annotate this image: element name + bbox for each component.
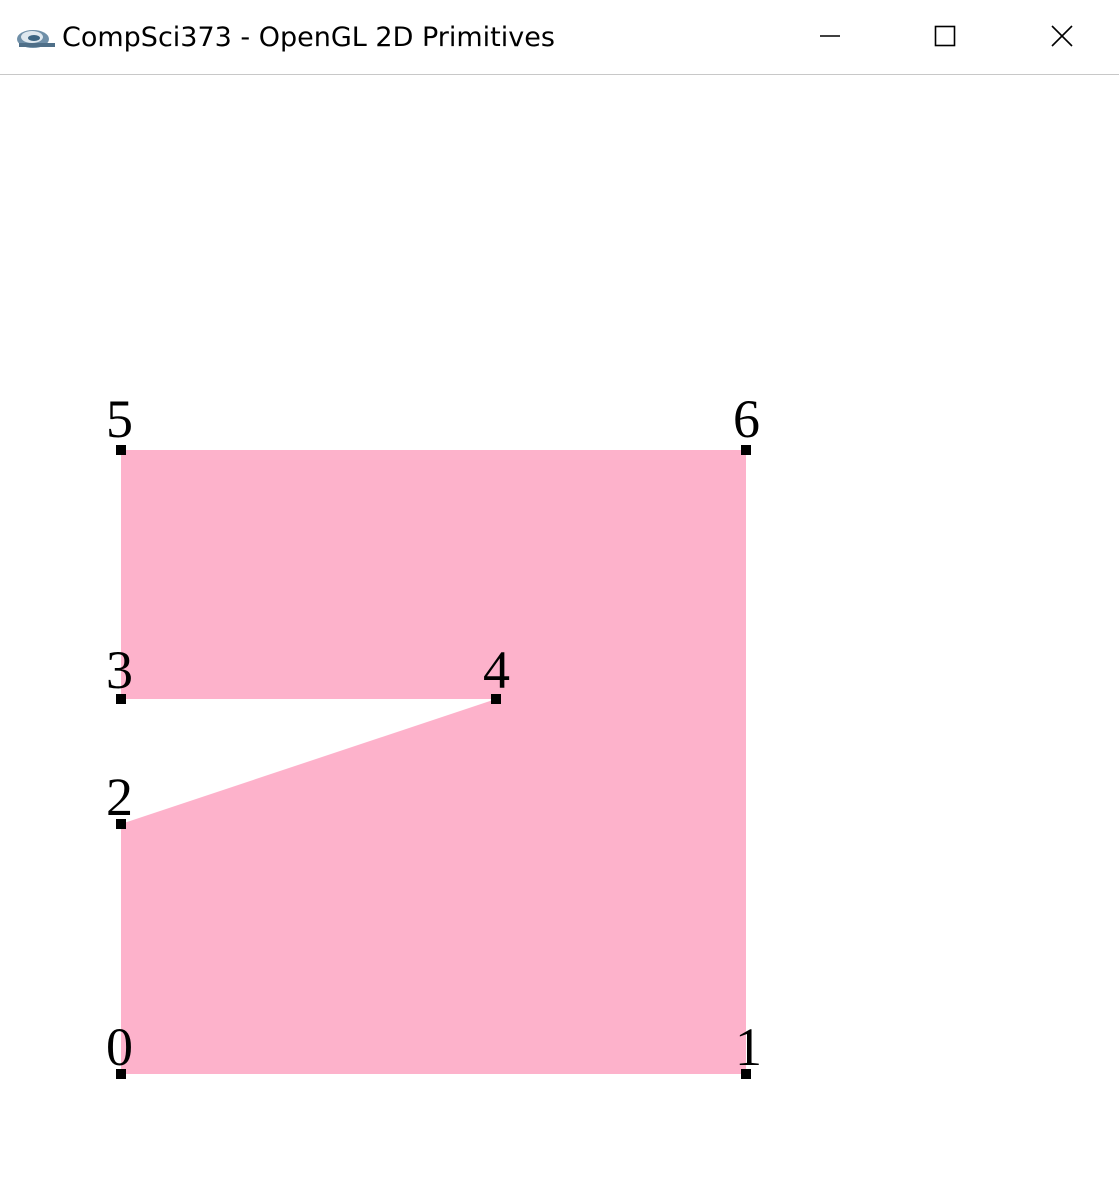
vertex-label-5: 5 xyxy=(106,389,133,449)
vertex-label-0: 0 xyxy=(106,1017,133,1077)
vertex-label-1: 1 xyxy=(735,1017,762,1077)
maximize-button[interactable] xyxy=(887,0,1002,72)
vertex-label-6: 6 xyxy=(733,389,760,449)
title-bar[interactable]: CompSci373 - OpenGL 2D Primitives xyxy=(0,0,1119,75)
app-logo-icon[interactable] xyxy=(15,26,55,50)
close-button[interactable] xyxy=(1004,0,1119,72)
vertex-label-3: 3 xyxy=(106,640,133,700)
close-icon xyxy=(1050,24,1074,48)
minimize-button[interactable] xyxy=(772,0,887,72)
filled-polygon xyxy=(121,450,746,1074)
vertex-label-4: 4 xyxy=(483,640,510,700)
primitive-drawing: 0 1 2 3 4 5 6 xyxy=(106,389,762,1079)
app-window: CompSci373 - OpenGL 2D Primitives 0 1 2 … xyxy=(0,0,1119,1195)
minimize-icon xyxy=(819,25,841,47)
opengl-canvas[interactable]: 0 1 2 3 4 5 6 xyxy=(0,75,1119,1195)
maximize-icon xyxy=(934,25,956,47)
window-title: CompSci373 - OpenGL 2D Primitives xyxy=(62,22,555,53)
vertex-label-2: 2 xyxy=(106,767,133,827)
